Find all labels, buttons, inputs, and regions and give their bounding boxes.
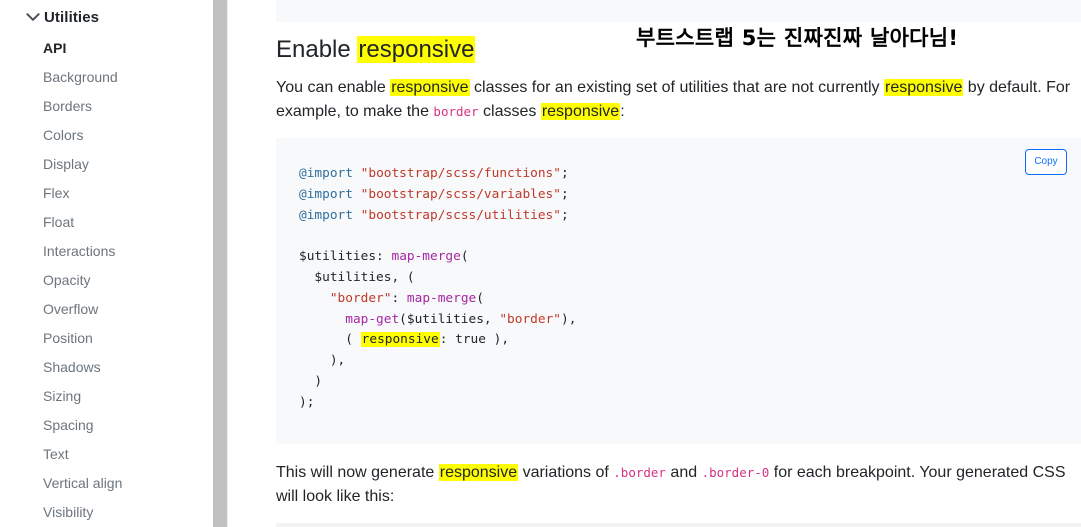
search-highlight: responsive — [438, 464, 519, 481]
docs-content: Enable responsive 부트스트랩 5는 진짜진짜 날아다님! Yo… — [228, 0, 1081, 527]
inline-code: border — [433, 104, 479, 119]
text-run: : — [620, 103, 625, 120]
chevron-down-icon — [26, 13, 40, 21]
code-token: $utilities — [314, 269, 392, 285]
code-content[interactable]: @import "bootstrap/scss/functions"; @imp… — [299, 164, 576, 414]
intro-paragraph: You can enable responsive classes for an… — [276, 76, 1076, 124]
inline-code: .border — [613, 465, 666, 480]
sidebar-section-utilities[interactable]: Utilities — [24, 8, 99, 26]
code-token: : — [391, 290, 400, 306]
sidebar-item-text[interactable]: Text — [43, 440, 122, 469]
sidebar-item-flex[interactable]: Flex — [43, 179, 122, 208]
sidebar-scrollbar[interactable] — [213, 0, 227, 527]
code-token: ); — [299, 394, 315, 410]
code-token: "bootstrap/scss/variables" — [360, 186, 561, 202]
code-token: map-merge — [406, 290, 477, 306]
sidebar-item-position[interactable]: Position — [43, 324, 122, 353]
code-token: @import — [299, 186, 353, 202]
search-highlight: responsive — [360, 332, 440, 348]
section-heading: Enable responsive — [276, 36, 476, 64]
sidebar-item-visibility[interactable]: Visibility — [43, 498, 122, 527]
code-token: ( — [345, 332, 361, 348]
code-token: : — [376, 249, 384, 265]
code-token: ($utilities, — [399, 311, 500, 327]
sidebar-item-float[interactable]: Float — [43, 208, 122, 237]
text-run: classes — [478, 103, 541, 120]
sidebar-item-vertical-align[interactable]: Vertical align — [43, 469, 122, 498]
code-token: "bootstrap/scss/utilities" — [360, 207, 561, 223]
code-token: ; — [560, 186, 569, 202]
inline-code: .border-0 — [701, 465, 770, 480]
sidebar-item-colors[interactable]: Colors — [43, 121, 122, 150]
sidebar-item-sizing[interactable]: Sizing — [43, 382, 122, 411]
heading-text: Enable — [276, 36, 358, 63]
text-run: classes for an existing set of utilities… — [469, 79, 884, 96]
code-token: ), — [329, 353, 346, 369]
sidebar-item-borders[interactable]: Borders — [43, 92, 122, 121]
copy-button[interactable]: Copy — [1025, 149, 1067, 175]
code-token: map-merge — [391, 249, 461, 265]
sidebar-nav-list: API Background Borders Colors Display Fl… — [43, 34, 122, 527]
text-run: and — [665, 464, 702, 481]
code-token: @import — [299, 207, 353, 223]
text-run: This will now generate — [276, 464, 439, 481]
sidebar-item-background[interactable]: Background — [43, 63, 122, 92]
search-highlight: responsive — [390, 79, 470, 96]
sidebar-item-display[interactable]: Display — [43, 150, 122, 179]
next-code-block — [276, 523, 1081, 527]
code-token: "border" — [499, 311, 561, 327]
code-token: ( — [476, 290, 484, 306]
code-token: ) — [314, 373, 323, 389]
sidebar-item-interactions[interactable]: Interactions — [43, 237, 122, 266]
code-token: ; — [560, 166, 569, 181]
code-token: @import — [299, 166, 353, 181]
search-highlight: responsive — [540, 103, 621, 120]
sidebar-item-overflow[interactable]: Overflow — [43, 295, 122, 324]
code-token: ; — [560, 207, 569, 223]
code-token: : true ), — [439, 332, 510, 348]
overlay-annotation: 부트스트랩 5는 진짜진짜 날아다님! — [636, 26, 959, 50]
text-run: You can enable — [276, 79, 391, 96]
sidebar-section-label: Utilities — [44, 8, 100, 26]
code-token: , ( — [391, 269, 415, 285]
code-token: ( — [460, 249, 469, 265]
code-token: "border" — [329, 290, 392, 306]
sidebar-item-shadows[interactable]: Shadows — [43, 353, 122, 382]
code-block: Copy @import "bootstrap/scss/functions";… — [276, 138, 1081, 444]
outro-paragraph: This will now generate responsive variat… — [276, 461, 1076, 509]
docs-sidebar: Utilities API Background Borders Colors … — [0, 0, 213, 527]
sidebar-item-opacity[interactable]: Opacity — [43, 266, 122, 295]
text-run: variations of — [518, 464, 614, 481]
code-token: $utilities — [299, 249, 377, 265]
sidebar-item-api[interactable]: API — [43, 34, 122, 63]
code-token: map-get — [345, 311, 400, 327]
search-highlight: responsive — [357, 36, 476, 63]
sidebar-item-spacing[interactable]: Spacing — [43, 411, 122, 440]
search-highlight: responsive — [883, 79, 964, 96]
code-token: ), — [560, 311, 577, 327]
previous-code-block — [276, 0, 1081, 22]
code-token: "bootstrap/scss/functions" — [360, 166, 561, 181]
